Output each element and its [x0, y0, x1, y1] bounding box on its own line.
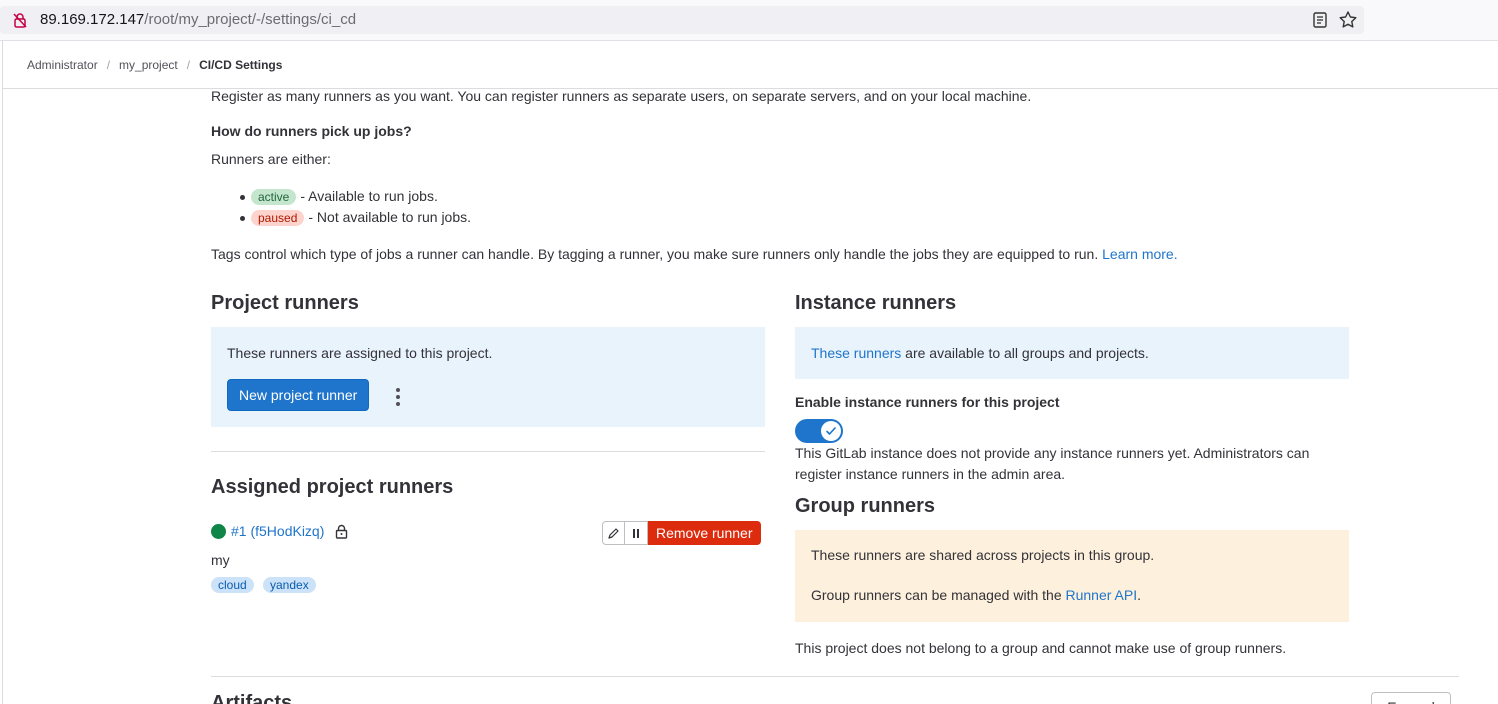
- runner-actions: Remove runner: [602, 521, 761, 545]
- group-manage-text: Group runners can be managed with the Ru…: [811, 585, 1141, 605]
- breadcrumb-separator: /: [106, 58, 111, 72]
- new-project-runner-button[interactable]: New project runner: [227, 379, 370, 411]
- instance-runners-info: These runners are available to all group…: [811, 343, 1149, 363]
- divider: [211, 451, 765, 452]
- online-status-icon: [211, 524, 226, 539]
- group-manage-description: Group runners can be managed with the: [811, 587, 1062, 603]
- bullet: [240, 216, 245, 221]
- runner-api-link[interactable]: Runner API: [1066, 587, 1138, 603]
- reader-view-icon[interactable]: [1311, 11, 1329, 29]
- check-icon: [826, 427, 836, 435]
- breadcrumb-item-current[interactable]: CI/CD Settings: [199, 58, 282, 72]
- artifacts-expand-button[interactable]: Expand: [1371, 692, 1451, 704]
- bullet: [240, 195, 245, 200]
- runners-either-text: Runners are either:: [211, 151, 331, 167]
- bookmark-star-icon[interactable]: [1338, 10, 1358, 30]
- breadcrumb-separator: /: [186, 58, 191, 72]
- sidebar-edge: [0, 41, 3, 704]
- project-runners-info-box: These runners are assigned to this proje…: [211, 327, 765, 427]
- period: .: [1137, 587, 1141, 603]
- breadcrumb-item-administrator[interactable]: Administrator: [27, 58, 98, 72]
- toggle-knob: [821, 421, 841, 441]
- these-runners-link[interactable]: These runners: [811, 345, 901, 361]
- project-runners-description: These runners are assigned to this proje…: [227, 345, 493, 361]
- status-description: - Not available to run jobs.: [308, 209, 472, 225]
- status-description: - Available to run jobs.: [300, 188, 438, 204]
- assigned-runners-title: Assigned project runners: [211, 476, 454, 498]
- runner-link[interactable]: #1 (f5HodKizq): [231, 521, 324, 541]
- breadcrumb-bar: Administrator / my_project / CI/CD Setti…: [3, 41, 1498, 89]
- enable-instance-runners-label: Enable instance runners for this project: [795, 394, 1060, 410]
- lock-icon: [335, 524, 348, 539]
- instance-runners-toggle[interactable]: [795, 419, 843, 443]
- instance-runners-info-box: These runners are available to all group…: [795, 327, 1349, 379]
- pencil-icon: [608, 527, 619, 539]
- more-actions-icon[interactable]: [395, 388, 401, 406]
- group-runners-title: Group runners: [795, 495, 936, 517]
- breadcrumb-item-project[interactable]: my_project: [119, 58, 178, 72]
- runner-tag-cloud: cloud: [211, 577, 254, 593]
- remove-runner-button[interactable]: Remove runner: [648, 521, 761, 545]
- pause-icon: [633, 528, 639, 538]
- active-badge: active: [251, 189, 297, 205]
- paused-badge: paused: [251, 210, 305, 226]
- section-divider: [211, 676, 1459, 677]
- tags-text: Tags control which type of jobs a runner…: [211, 244, 1178, 264]
- pause-runner-button[interactable]: [625, 521, 648, 545]
- question-heading: How do runners pick up jobs?: [211, 123, 412, 139]
- instance-notice-line1: This GitLab instance does not provide an…: [795, 445, 1310, 461]
- instance-notice-line2: register instance runners in the admin a…: [795, 466, 1066, 482]
- group-runners-info-box: These runners are shared across projects…: [795, 530, 1349, 622]
- tags-description: Tags control which type of jobs a runner…: [211, 246, 1099, 262]
- address-bar[interactable]: 89.169.172.147/root/my_project/-/setting…: [0, 6, 1364, 34]
- artifacts-title: Artifacts: [211, 692, 293, 704]
- no-group-text: This project does not belong to a group …: [795, 640, 1287, 656]
- runner-tag-yandex: yandex: [263, 577, 316, 593]
- url-text: 89.169.172.147/root/my_project/-/setting…: [40, 11, 357, 28]
- status-item-paused: paused - Not available to run jobs.: [251, 207, 471, 227]
- instance-runners-title: Instance runners: [795, 292, 957, 314]
- learn-more-link[interactable]: Learn more.: [1102, 246, 1177, 262]
- group-shared-text: These runners are shared across projects…: [811, 547, 1155, 563]
- instance-runners-info-text: are available to all groups and projects…: [905, 345, 1149, 361]
- edit-runner-button[interactable]: [602, 521, 625, 545]
- insecure-lock-icon: [13, 13, 27, 28]
- status-item-active: active - Available to run jobs.: [251, 186, 438, 206]
- runner-description: my: [211, 552, 230, 568]
- project-runners-title: Project runners: [211, 292, 359, 314]
- breadcrumb: Administrator / my_project / CI/CD Setti…: [27, 58, 282, 72]
- register-text: Register as many runners as you want. Yo…: [211, 88, 1032, 104]
- browser-toolbar: 89.169.172.147/root/my_project/-/setting…: [0, 0, 1498, 41]
